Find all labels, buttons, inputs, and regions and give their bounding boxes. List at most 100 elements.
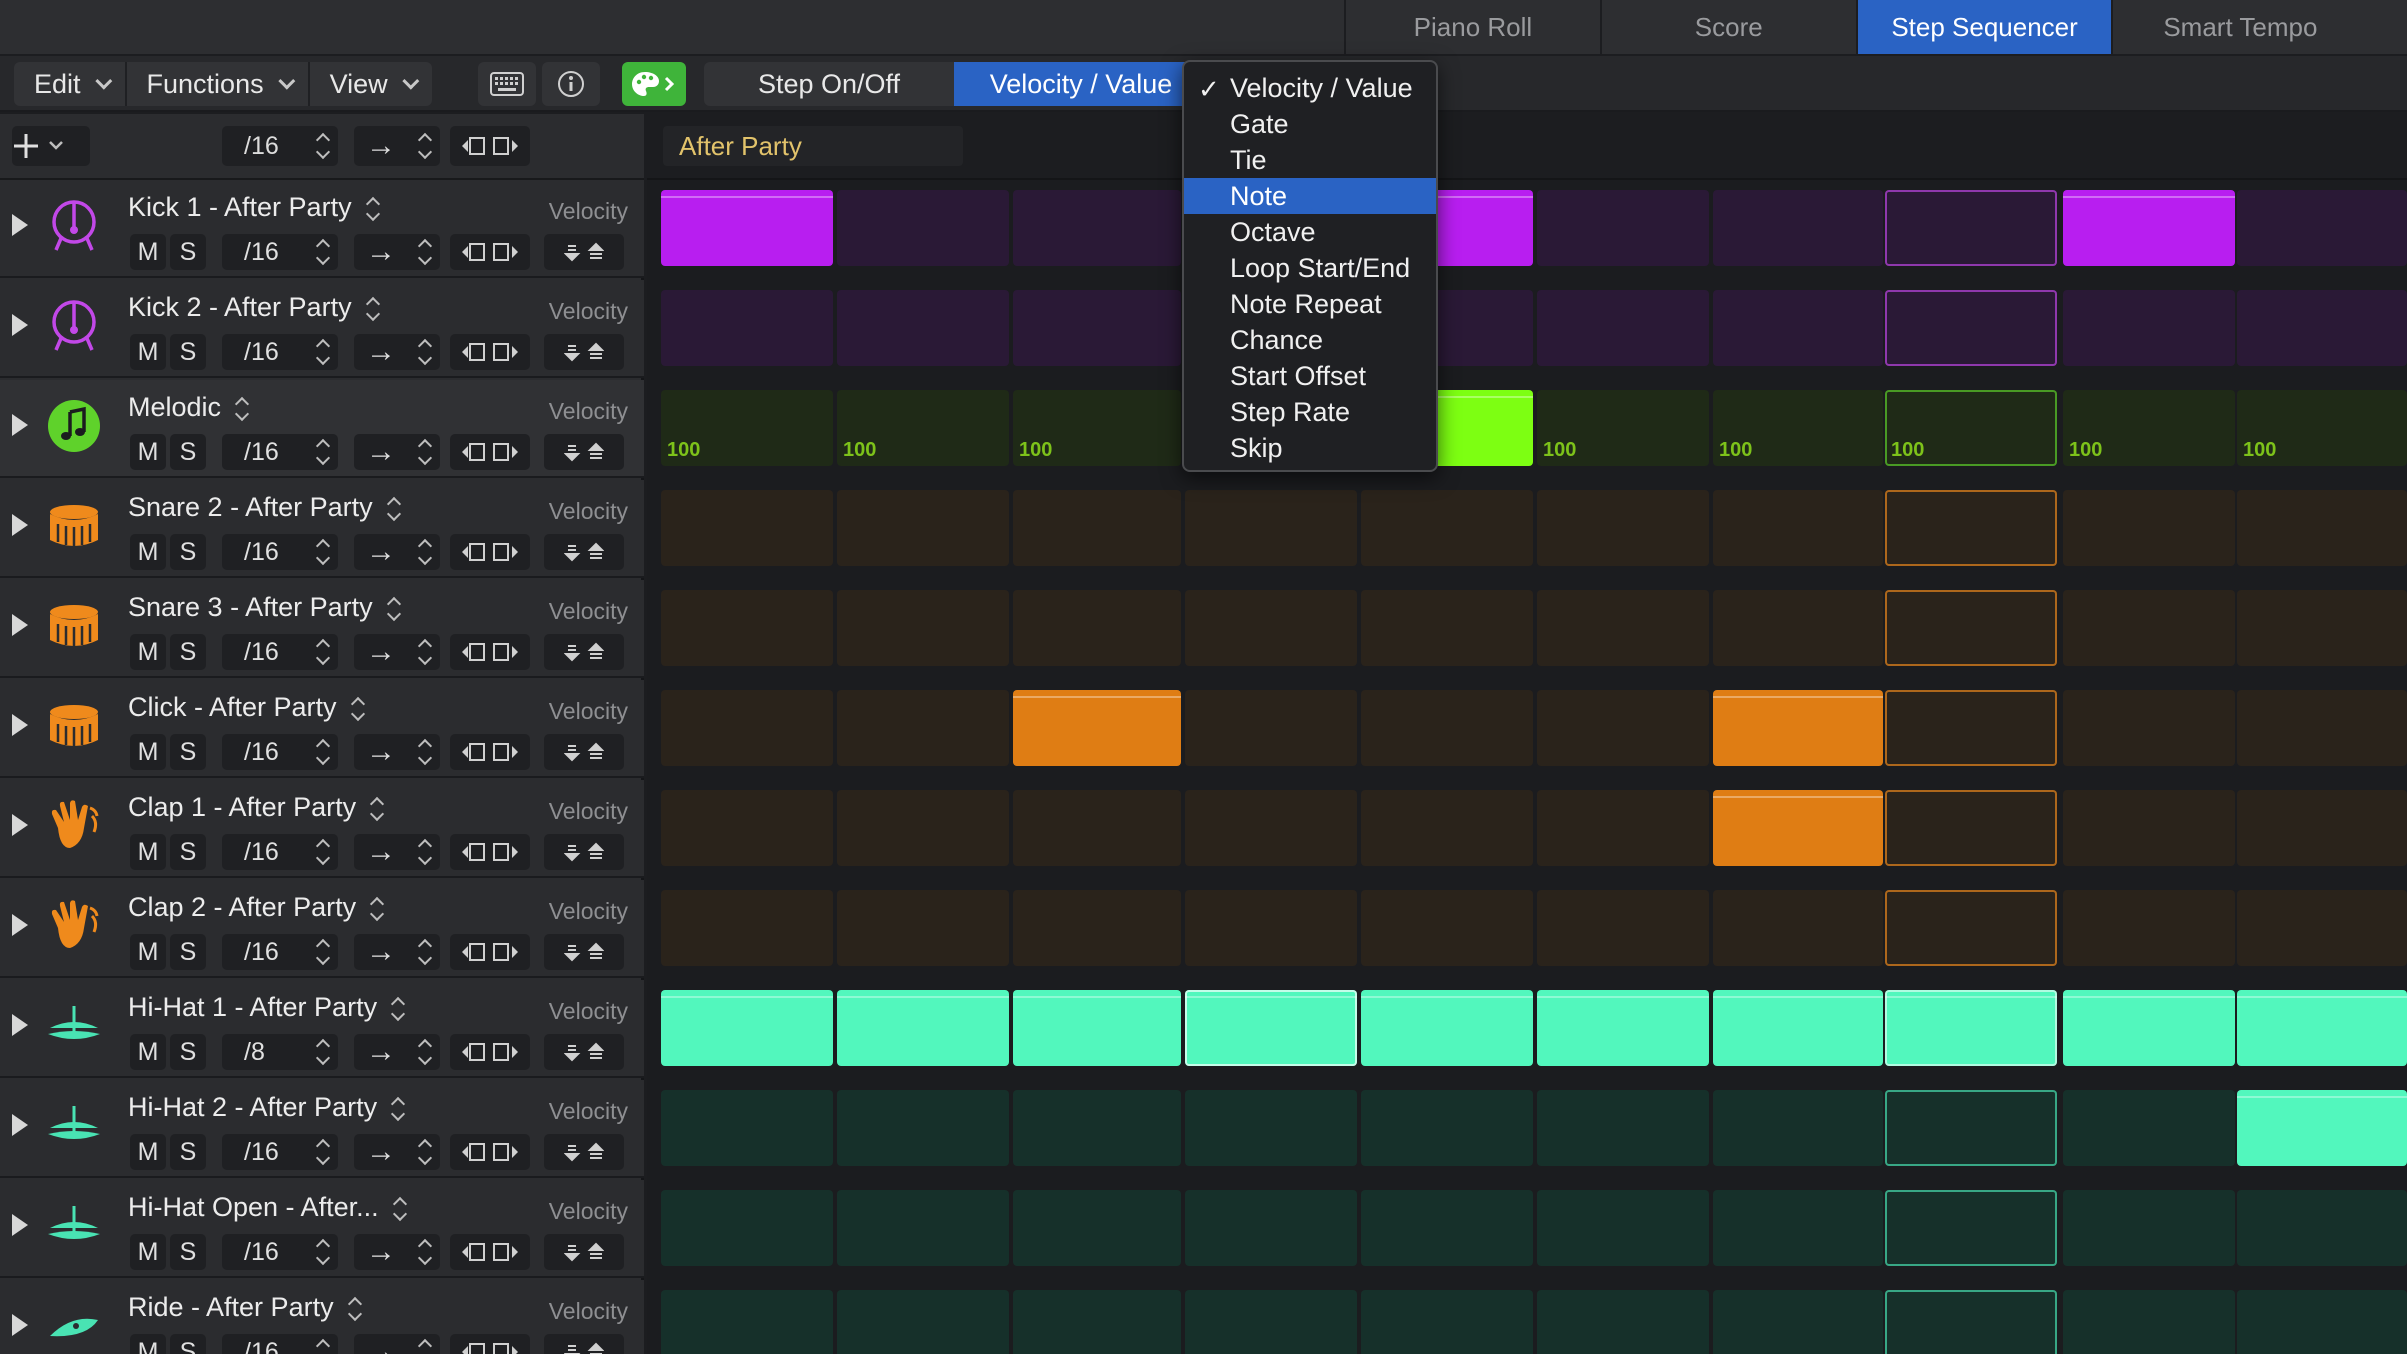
- step-cell[interactable]: [2063, 890, 2235, 966]
- shift-steps-buttons[interactable]: [450, 634, 530, 670]
- step-cell[interactable]: [1185, 1190, 1357, 1266]
- track-row[interactable]: Hi-Hat Open - After... Velocity M S /16 …: [0, 1180, 644, 1278]
- step-cell[interactable]: [1185, 1090, 1357, 1166]
- step-cell[interactable]: [837, 490, 1009, 566]
- step-cell[interactable]: [1185, 790, 1357, 866]
- step-cell[interactable]: [661, 690, 833, 766]
- step-cell[interactable]: [2063, 790, 2235, 866]
- track-name[interactable]: Melodic: [128, 392, 249, 423]
- track-name[interactable]: Kick 2 - After Party: [128, 292, 380, 323]
- step-cell[interactable]: [661, 590, 833, 666]
- row-order-buttons[interactable]: [544, 734, 624, 770]
- mute-button[interactable]: M: [130, 734, 166, 770]
- shift-steps-buttons[interactable]: [450, 934, 530, 970]
- track-name[interactable]: Kick 1 - After Party: [128, 192, 380, 223]
- step-cell[interactable]: [661, 290, 833, 366]
- step-cell[interactable]: 100: [837, 390, 1009, 466]
- pattern-name-field[interactable]: After Party: [663, 126, 963, 166]
- track-direction-select[interactable]: →: [354, 1334, 440, 1354]
- step-cell[interactable]: [1537, 690, 1709, 766]
- track-direction-select[interactable]: →: [354, 834, 440, 870]
- disclosure-triangle-icon[interactable]: [12, 414, 28, 436]
- solo-button[interactable]: S: [170, 234, 206, 270]
- step-cell[interactable]: [1013, 290, 1181, 366]
- track-name[interactable]: Snare 2 - After Party: [128, 492, 401, 523]
- step-cell[interactable]: [1713, 190, 1883, 266]
- step-cell[interactable]: [2237, 690, 2407, 766]
- track-direction-select[interactable]: →: [354, 734, 440, 770]
- disclosure-triangle-icon[interactable]: [12, 514, 28, 536]
- track-name[interactable]: Click - After Party: [128, 692, 365, 723]
- mute-button[interactable]: M: [130, 1234, 166, 1270]
- view-menu[interactable]: View: [310, 62, 432, 106]
- step-cell[interactable]: [1185, 890, 1357, 966]
- solo-button[interactable]: S: [170, 1134, 206, 1170]
- track-name[interactable]: Hi-Hat Open - After...: [128, 1192, 407, 1223]
- menu-item-octave[interactable]: Octave: [1184, 214, 1436, 250]
- disclosure-triangle-icon[interactable]: [12, 1114, 28, 1136]
- shift-steps-buttons[interactable]: [450, 1034, 530, 1070]
- menu-item-gate[interactable]: Gate: [1184, 106, 1436, 142]
- disclosure-triangle-icon[interactable]: [12, 314, 28, 336]
- mute-button[interactable]: M: [130, 534, 166, 570]
- track-rate-select[interactable]: /16: [222, 334, 338, 370]
- step-cell[interactable]: [837, 690, 1009, 766]
- step-cell[interactable]: [2063, 990, 2235, 1066]
- step-cell[interactable]: [661, 190, 833, 266]
- menu-item-start-offset[interactable]: Start Offset: [1184, 358, 1436, 394]
- step-cell[interactable]: [1361, 590, 1533, 666]
- edit-menu[interactable]: Edit: [14, 62, 127, 106]
- step-cell[interactable]: [1537, 890, 1709, 966]
- step-cell[interactable]: [661, 1090, 833, 1166]
- track-name[interactable]: Clap 1 - After Party: [128, 792, 384, 823]
- mute-button[interactable]: M: [130, 434, 166, 470]
- step-cell[interactable]: [1537, 1290, 1709, 1354]
- step-cell[interactable]: 100: [2237, 390, 2407, 466]
- step-cell[interactable]: [2237, 490, 2407, 566]
- mute-button[interactable]: M: [130, 1134, 166, 1170]
- step-cell[interactable]: [1713, 1290, 1883, 1354]
- solo-button[interactable]: S: [170, 834, 206, 870]
- solo-button[interactable]: S: [170, 934, 206, 970]
- step-cell[interactable]: [1361, 490, 1533, 566]
- velocity-value-button[interactable]: Velocity / Value: [954, 62, 1208, 106]
- step-cell[interactable]: [1713, 690, 1883, 766]
- step-cell[interactable]: 100: [1537, 390, 1709, 466]
- solo-button[interactable]: S: [170, 734, 206, 770]
- mute-button[interactable]: M: [130, 1034, 166, 1070]
- step-cell[interactable]: 100: [1713, 390, 1883, 466]
- step-cell[interactable]: [1885, 1090, 2057, 1166]
- menu-item-chance[interactable]: Chance: [1184, 322, 1436, 358]
- track-direction-select[interactable]: →: [354, 1234, 440, 1270]
- step-cell[interactable]: [1713, 590, 1883, 666]
- step-cell[interactable]: [837, 590, 1009, 666]
- track-row[interactable]: Hi-Hat 2 - After Party Velocity M S /16 …: [0, 1080, 644, 1178]
- step-cell[interactable]: [837, 990, 1009, 1066]
- menu-item-skip[interactable]: Skip: [1184, 430, 1436, 466]
- menu-item-note[interactable]: Note: [1184, 178, 1436, 214]
- step-cell[interactable]: [1013, 890, 1181, 966]
- row-order-buttons[interactable]: [544, 534, 624, 570]
- keyboard-button[interactable]: [478, 62, 536, 106]
- row-order-buttons[interactable]: [544, 1134, 624, 1170]
- track-name[interactable]: Hi-Hat 1 - After Party: [128, 992, 405, 1023]
- disclosure-triangle-icon[interactable]: [12, 1314, 28, 1336]
- mute-button[interactable]: M: [130, 834, 166, 870]
- step-cell[interactable]: [2237, 190, 2407, 266]
- step-cell[interactable]: [1537, 790, 1709, 866]
- step-cell[interactable]: [837, 290, 1009, 366]
- step-cell[interactable]: [2237, 1290, 2407, 1354]
- track-row[interactable]: Kick 1 - After Party Velocity M S /16 →: [0, 180, 644, 278]
- step-cell[interactable]: [1885, 1190, 2057, 1266]
- step-cell[interactable]: [1713, 1190, 1883, 1266]
- pattern-rate-select[interactable]: /16: [222, 126, 338, 166]
- track-direction-select[interactable]: →: [354, 1034, 440, 1070]
- track-rate-select[interactable]: /16: [222, 234, 338, 270]
- step-cell[interactable]: [1361, 890, 1533, 966]
- disclosure-triangle-icon[interactable]: [12, 714, 28, 736]
- step-cell[interactable]: [1885, 690, 2057, 766]
- step-cell[interactable]: [1361, 1090, 1533, 1166]
- track-name[interactable]: Ride - After Party: [128, 1292, 362, 1323]
- step-cell[interactable]: [2237, 790, 2407, 866]
- row-order-buttons[interactable]: [544, 1334, 624, 1354]
